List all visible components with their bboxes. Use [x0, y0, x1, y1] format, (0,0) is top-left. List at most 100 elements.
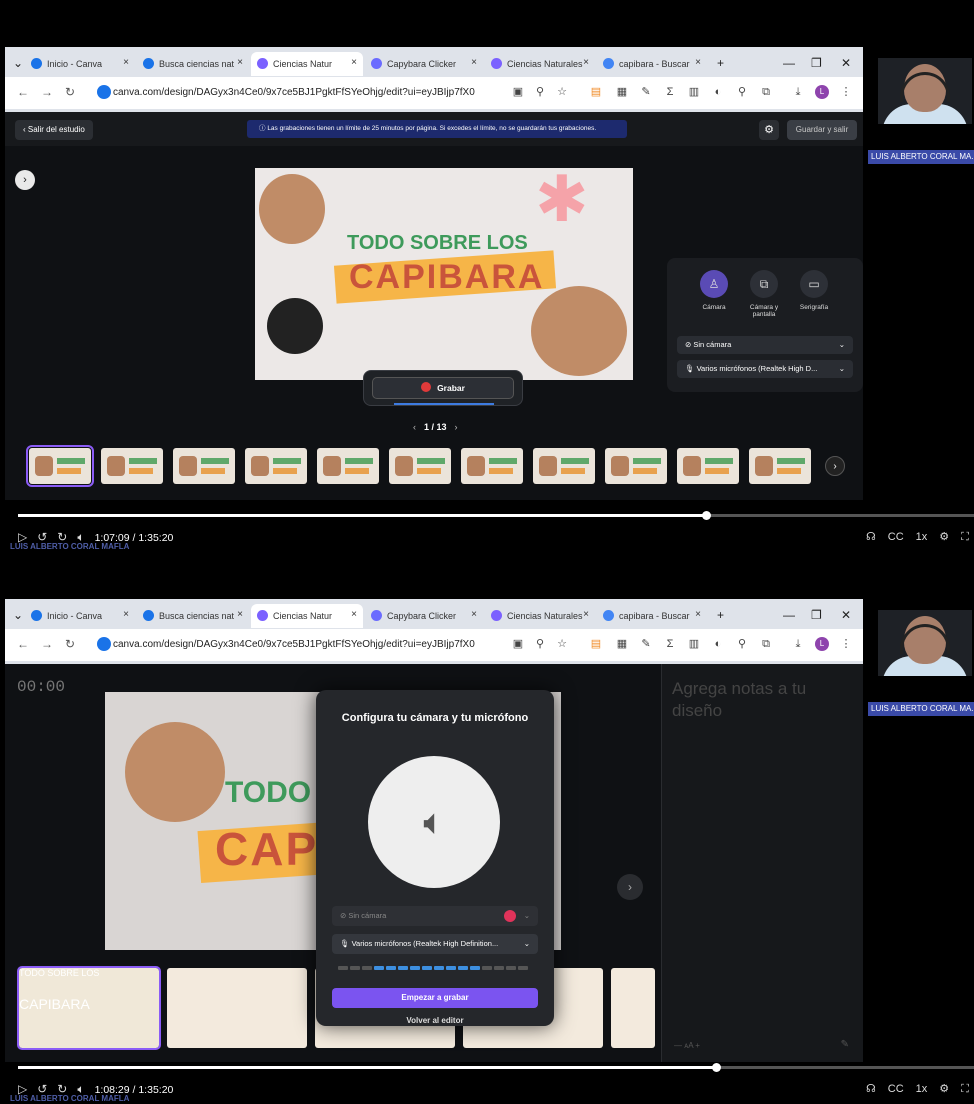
close-icon[interactable]: ×: [583, 609, 589, 620]
thumbnail-item[interactable]: [245, 448, 307, 484]
close-icon[interactable]: ×: [123, 609, 129, 620]
url-field[interactable]: canva.com/design/DAGyx3n4Ce0/9x7ce5BJ1Pg…: [113, 639, 475, 650]
close-icon[interactable]: ×: [351, 609, 357, 620]
tab-ciencias-2[interactable]: Ciencias Naturales ×: [485, 52, 595, 76]
download-icon[interactable]: ⤓: [791, 85, 805, 99]
start-recording-button[interactable]: Empezar a grabar: [332, 988, 538, 1008]
thumbnail-item[interactable]: [26, 445, 94, 487]
close-window-icon[interactable]: ✕: [841, 608, 851, 622]
extension-icon[interactable]: ✎: [639, 637, 653, 651]
close-icon[interactable]: ×: [237, 57, 243, 68]
close-icon[interactable]: ×: [237, 609, 243, 620]
close-window-icon[interactable]: ✕: [841, 56, 851, 70]
forward-icon[interactable]: →: [41, 637, 53, 651]
next-page-icon[interactable]: ›: [455, 422, 458, 432]
thumbnail-item[interactable]: [605, 448, 667, 484]
option-camera-screen[interactable]: ⧉ Cámara y pantalla: [739, 270, 789, 318]
tab-google[interactable]: capibara - Buscar ×: [597, 604, 707, 628]
exit-studio-button[interactable]: ‹ Salir del estudio: [15, 120, 93, 140]
search-icon[interactable]: ⚲: [735, 637, 749, 651]
thumbnail-item[interactable]: [677, 448, 739, 484]
close-icon[interactable]: ×: [583, 57, 589, 68]
tab-capybara[interactable]: Capybara Clicker ×: [365, 604, 483, 628]
close-icon[interactable]: ×: [351, 57, 357, 68]
extension-icon[interactable]: ▦: [615, 85, 629, 99]
thumbnail-item[interactable]: [611, 968, 655, 1048]
thumbnail-item[interactable]: [173, 448, 235, 484]
extension-icon[interactable]: ▦: [615, 637, 629, 651]
edit-icon[interactable]: ✎: [841, 1039, 849, 1050]
speed-button[interactable]: 1x: [916, 531, 928, 543]
thumbnail-item[interactable]: [317, 448, 379, 484]
menu-icon[interactable]: ⋮: [839, 637, 853, 651]
thumbnail-item[interactable]: [389, 448, 451, 484]
avatar[interactable]: L: [815, 85, 829, 99]
close-icon[interactable]: ×: [471, 609, 477, 620]
speed-button[interactable]: 1x: [916, 1083, 928, 1095]
record-button[interactable]: Grabar: [372, 377, 514, 399]
video-seekbar[interactable]: [18, 1063, 974, 1072]
puzzle-icon[interactable]: ⧉: [759, 85, 773, 99]
new-tab-button[interactable]: +: [717, 56, 724, 70]
tab-ciencias-active[interactable]: Ciencias Natur ×: [251, 604, 363, 628]
notes-placeholder[interactable]: Agrega notas a tu diseño: [672, 678, 852, 722]
cc-icon[interactable]: CC: [888, 531, 904, 543]
sigma-icon[interactable]: Σ: [663, 85, 677, 99]
zoom-icon[interactable]: ⚲: [533, 637, 547, 651]
tab-busca[interactable]: Busca ciencias nat ×: [137, 604, 249, 628]
back-to-editor-link[interactable]: Volver al editor: [316, 1016, 554, 1025]
seek-knob[interactable]: [711, 1063, 721, 1072]
screenshot-icon[interactable]: ▣: [511, 85, 525, 99]
tab-busca[interactable]: Busca ciencias nat ×: [137, 52, 249, 76]
minimize-icon[interactable]: —: [783, 608, 795, 622]
restore-icon[interactable]: ❐: [811, 608, 822, 622]
close-icon[interactable]: ×: [695, 609, 701, 620]
voice-icon[interactable]: ☊: [866, 531, 876, 543]
back-icon[interactable]: ←: [17, 85, 29, 99]
close-icon[interactable]: ×: [695, 57, 701, 68]
close-icon[interactable]: ×: [123, 57, 129, 68]
option-screen[interactable]: ▭ Serigrafía: [789, 270, 839, 311]
minimize-icon[interactable]: —: [783, 56, 795, 70]
puzzle-icon[interactable]: ⧉: [759, 637, 773, 651]
screenshot-icon[interactable]: ▣: [511, 637, 525, 651]
mic-select[interactable]: 🎙 Varios micrófonos (Realtek High Defini…: [332, 934, 538, 954]
gear-icon[interactable]: ⚙: [939, 531, 949, 543]
thumbnail-item[interactable]: [533, 448, 595, 484]
fullscreen-icon[interactable]: ⛶: [961, 1083, 969, 1095]
star-icon[interactable]: ☆: [555, 637, 569, 651]
site-info-icon[interactable]: [97, 85, 111, 99]
extension-icon[interactable]: ▥: [687, 85, 701, 99]
tab-ciencias-2[interactable]: Ciencias Naturales ×: [485, 604, 595, 628]
reload-icon[interactable]: ↻: [65, 85, 75, 99]
mic-select[interactable]: 🎙 Varios micrófonos (Realtek High D... ⌄: [677, 360, 853, 378]
restore-icon[interactable]: ❐: [811, 56, 822, 70]
search-icon[interactable]: ⚲: [735, 85, 749, 99]
back-icon[interactable]: ←: [17, 637, 29, 651]
thumbnail-item[interactable]: [749, 448, 811, 484]
thumbnail-item[interactable]: [101, 448, 163, 484]
zoom-icon[interactable]: ⚲: [533, 85, 547, 99]
forward-icon[interactable]: →: [41, 85, 53, 99]
extension-icon[interactable]: ▤: [589, 637, 603, 651]
voice-icon[interactable]: ☊: [866, 1083, 876, 1095]
option-camera[interactable]: ♙ Cámara: [689, 270, 739, 311]
thumbnail-item[interactable]: TODO SOBRE LOS CAPIBARA: [17, 966, 161, 1050]
font-size-controls[interactable]: — ᴀA +: [674, 1041, 700, 1050]
star-icon[interactable]: ☆: [555, 85, 569, 99]
prev-page-icon[interactable]: ‹: [413, 422, 416, 432]
url-field[interactable]: canva.com/design/DAGyx3n4Ce0/9x7ce5BJ1Pg…: [113, 87, 475, 98]
tab-search-icon[interactable]: ⌄: [13, 56, 23, 70]
sigma-icon[interactable]: Σ: [663, 637, 677, 651]
tab-inicio[interactable]: Inicio - Canva ×: [25, 52, 135, 76]
download-icon[interactable]: ⤓: [791, 637, 805, 651]
menu-icon[interactable]: ⋮: [839, 85, 853, 99]
extension-icon[interactable]: ◐: [711, 637, 725, 651]
tab-inicio[interactable]: Inicio - Canva ×: [25, 604, 135, 628]
site-info-icon[interactable]: [97, 637, 111, 651]
save-exit-button[interactable]: Guardar y salir: [787, 120, 857, 140]
thumbnail-item[interactable]: [167, 968, 307, 1048]
cc-icon[interactable]: CC: [888, 1083, 904, 1095]
expand-panel-button[interactable]: ›: [15, 170, 35, 190]
reload-icon[interactable]: ↻: [65, 637, 75, 651]
